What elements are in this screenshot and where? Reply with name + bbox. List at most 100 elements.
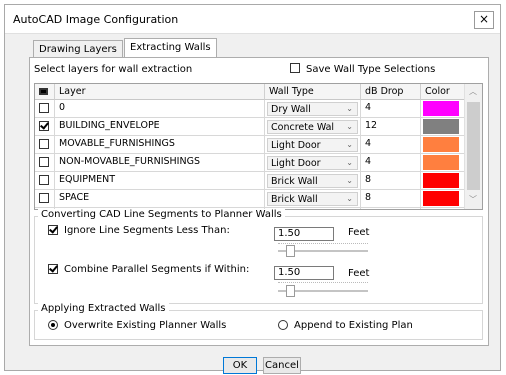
color-swatch[interactable]	[423, 155, 459, 170]
row-checkbox[interactable]	[39, 156, 49, 167]
applying-group-label: Applying Extracted Walls	[38, 303, 169, 314]
combine-slider-thumb[interactable]	[286, 285, 295, 297]
wall-type-dropdown[interactable]: Brick Wall ⌄	[267, 192, 358, 206]
color-swatch[interactable]	[423, 209, 459, 210]
table-row[interactable]: MOVABLE_FURNISHINGS Light Door ⌄ 4	[35, 136, 466, 154]
append-radio-dot[interactable]	[278, 320, 288, 330]
layer-name-cell: MOVABLE_FURNISHINGS	[55, 136, 265, 153]
scroll-down-icon[interactable]: ﹀	[469, 194, 477, 205]
color-swatch[interactable]	[423, 173, 459, 188]
color-swatch[interactable]	[423, 191, 459, 206]
color-cell[interactable]	[421, 208, 466, 210]
color-swatch[interactable]	[423, 137, 459, 152]
color-swatch[interactable]	[423, 119, 459, 134]
row-checkbox-cell[interactable]	[35, 190, 55, 207]
grid-scrollbar[interactable]: ︿ ﹀	[464, 84, 482, 209]
wall-type-dropdown[interactable]: Brick Wall ⌄	[267, 174, 358, 188]
row-checkbox-cell[interactable]	[35, 136, 55, 153]
overwrite-radio[interactable]	[48, 320, 58, 331]
table-row[interactable]: EQUIPMENT Brick Wall ⌄ 8	[35, 172, 466, 190]
color-cell[interactable]	[421, 100, 466, 117]
save-wall-type-checkbox[interactable]	[290, 63, 300, 74]
tab-drawing-layers[interactable]: Drawing Layers	[33, 40, 123, 58]
wall-type-value: Light Door	[271, 158, 321, 169]
wall-type-dropdown[interactable]: Light Door ⌄	[267, 156, 358, 170]
wall-type-dropdown[interactable]: Dry Wall ⌄	[267, 102, 358, 116]
cancel-button[interactable]: Cancel	[263, 357, 301, 374]
wall-type-cell: Light Door ⌄	[265, 154, 361, 171]
ignore-checkbox-box[interactable]	[48, 225, 58, 235]
column-header-db-drop[interactable]: dB Drop	[361, 84, 421, 100]
chevron-down-icon[interactable]: ⌄	[346, 140, 353, 149]
append-radio[interactable]	[278, 320, 288, 331]
overwrite-label: Overwrite Existing Planner Walls	[64, 320, 227, 331]
row-checkbox[interactable]	[39, 192, 49, 203]
ignore-length-input[interactable]: 1.50	[274, 227, 334, 241]
row-checkbox-cell[interactable]	[35, 154, 55, 171]
ignore-slider-thumb[interactable]	[286, 245, 295, 257]
row-checkbox[interactable]	[39, 120, 49, 131]
color-cell[interactable]	[421, 190, 466, 207]
chevron-down-icon[interactable]: ⌄	[346, 122, 353, 131]
row-checkbox[interactable]	[39, 174, 49, 185]
db-drop-cell[interactable]: 8	[361, 172, 421, 189]
db-drop-cell[interactable]: 4	[361, 154, 421, 171]
color-swatch[interactable]	[423, 101, 459, 116]
ok-button[interactable]: OK	[223, 357, 257, 374]
color-cell[interactable]	[421, 136, 466, 153]
ignore-segments-checkbox[interactable]	[48, 225, 58, 236]
chevron-down-icon[interactable]: ⌄	[346, 176, 353, 185]
layer-name-cell: EQUIPMENT	[55, 172, 265, 189]
save-checkbox-box[interactable]	[290, 63, 300, 73]
combine-distance-input[interactable]: 1.50	[274, 266, 334, 280]
tab-label: Drawing Layers	[39, 44, 117, 55]
color-cell[interactable]	[421, 172, 466, 189]
color-cell[interactable]	[421, 118, 466, 135]
db-drop-cell[interactable]: 4	[361, 100, 421, 117]
table-row[interactable]: SPACE Brick Wall ⌄ 8	[35, 190, 466, 208]
layers-grid: Layer Wall Type dB Drop Color 0 Dry Wall ⌄…	[34, 83, 483, 210]
db-drop-cell[interactable]: 4	[361, 136, 421, 153]
table-row[interactable]: BUILDING_ENVELOPE Concrete Wal ⌄ 12	[35, 118, 466, 136]
select-layers-label: Select layers for wall extraction	[34, 64, 193, 75]
db-drop-cell[interactable]: 8	[361, 190, 421, 207]
wall-type-cell: Concrete Wal ⌄	[265, 118, 361, 135]
column-header-wall-type[interactable]: Wall Type	[265, 84, 361, 100]
table-row[interactable]: NON-MOVABLE_FURNISHINGS Light Door ⌄ 4	[35, 154, 466, 172]
select-all-checkbox[interactable]	[39, 88, 48, 95]
db-drop-cell[interactable]: 2	[361, 208, 421, 209]
wall-type-value: Dry Wall	[271, 104, 311, 115]
tab-label: Extracting Walls	[130, 42, 211, 53]
combine-segments-checkbox[interactable]	[48, 264, 58, 275]
db-drop-cell[interactable]: 12	[361, 118, 421, 135]
row-checkbox[interactable]	[39, 138, 49, 149]
table-row[interactable]: 0 Dry Wall ⌄ 4	[35, 100, 466, 118]
row-checkbox-cell[interactable]	[35, 172, 55, 189]
layer-name-cell: 0	[55, 100, 265, 117]
row-checkbox-cell[interactable]	[35, 118, 55, 135]
select-all-header[interactable]	[35, 84, 55, 100]
combine-checkbox-box[interactable]	[48, 264, 58, 274]
close-icon[interactable]: ×	[474, 11, 494, 29]
column-header-layer[interactable]: Layer	[55, 84, 265, 100]
chevron-down-icon[interactable]: ⌄	[346, 158, 353, 167]
converting-group-label: Converting CAD Line Segments to Planner …	[38, 209, 285, 220]
layer-name-cell: SPACE	[55, 190, 265, 207]
save-wall-type-label: Save Wall Type Selections	[306, 64, 436, 75]
overwrite-radio-dot[interactable]	[48, 320, 58, 330]
scroll-thumb[interactable]	[467, 102, 480, 190]
wall-type-dropdown[interactable]: Concrete Wal ⌄	[267, 120, 358, 134]
wall-type-dropdown[interactable]: Light Door ⌄	[267, 138, 358, 152]
row-checkbox-cell[interactable]	[35, 100, 55, 117]
row-checkbox[interactable]	[39, 102, 49, 113]
color-cell[interactable]	[421, 154, 466, 171]
chevron-down-icon[interactable]: ⌄	[346, 104, 353, 113]
combine-segments-label: Combine Parallel Segments if Within:	[64, 264, 250, 275]
tab-extracting-walls[interactable]: Extracting Walls	[124, 38, 217, 58]
layer-name-cell: BUILDING_ENVELOPE	[55, 118, 265, 135]
scroll-up-icon[interactable]: ︿	[469, 86, 477, 97]
append-label: Append to Existing Plan	[294, 320, 413, 331]
wall-type-cell: Brick Wall ⌄	[265, 190, 361, 207]
column-header-color[interactable]: Color	[421, 84, 466, 100]
chevron-down-icon[interactable]: ⌄	[346, 194, 353, 203]
